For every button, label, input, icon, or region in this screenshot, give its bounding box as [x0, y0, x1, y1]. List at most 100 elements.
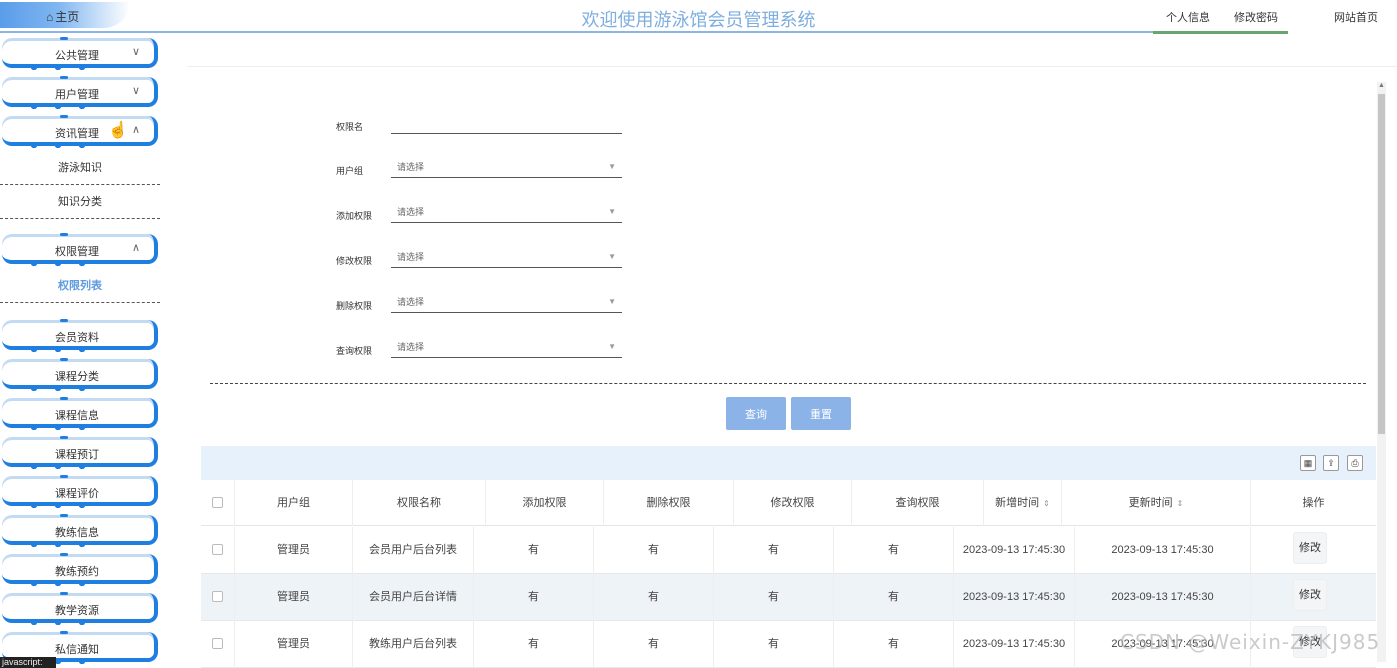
nav-profile[interactable]: 个人信息 — [1166, 9, 1210, 25]
add-permission-select[interactable]: 请选择 ▼ — [391, 201, 622, 223]
sidebar-menu-teaching-resources[interactable]: 教学资源 — [2, 592, 158, 625]
column-header-sortable[interactable]: 更新时间 ⇕ — [1062, 480, 1251, 526]
columns-icon[interactable]: ▦ — [1300, 455, 1316, 471]
menu-label: 课程信息 — [55, 410, 99, 422]
menu-dots — [22, 260, 92, 266]
sidebar-menu-course-info[interactable]: 课程信息 — [2, 397, 158, 430]
menu-label: 课程预订 — [55, 449, 99, 461]
cell-query-permission: 有 — [834, 574, 954, 621]
user-group-select[interactable]: 请选择 ▼ — [391, 156, 622, 178]
sidebar-menu-public[interactable]: 公共管理 ∨ — [2, 37, 158, 70]
main-content: 权限名 用户组 请选择 ▼ 添加权限 请选择 ▼ 修改权限 请选择 ▼ 删除权限… — [187, 66, 1397, 668]
cell-delete-permission: 有 — [594, 621, 714, 668]
vertical-scrollbar[interactable]: ▲ — [1377, 82, 1386, 662]
select-all-checkbox[interactable] — [212, 497, 223, 508]
cell-add-permission: 有 — [474, 574, 594, 621]
hand-cursor-icon: ☝ — [108, 122, 128, 139]
sidebar-item-permission-list[interactable]: 权限列表 — [0, 269, 160, 303]
cell-user-group: 管理员 — [235, 527, 353, 574]
watermark: CSDN @Weixin-ZYKJ985 — [1120, 630, 1381, 654]
sidebar-menu-member-profile[interactable]: 会员资料 — [2, 319, 158, 352]
form-divider — [210, 383, 1366, 384]
sidebar-menu-news[interactable]: 资讯管理 ∧ — [2, 115, 158, 148]
status-bar-text: javascript: — [0, 657, 56, 668]
sidebar-menu-course-booking[interactable]: 课程预订 — [2, 436, 158, 469]
row-checkbox[interactable] — [212, 638, 223, 649]
column-header-label: 新增时间 — [995, 497, 1040, 509]
sidebar-menu-permissions[interactable]: 权限管理 ∧ — [2, 233, 158, 266]
delete-permission-select[interactable]: 请选择 ▼ — [391, 291, 622, 313]
sort-icon: ⇕ — [1176, 499, 1184, 508]
print-icon[interactable]: ⎙ — [1347, 455, 1363, 471]
cell-user-group: 管理员 — [235, 621, 353, 668]
nav-site-home[interactable]: 网站首页 — [1334, 9, 1378, 25]
sidebar-menu-coach-booking[interactable]: 教练预约 — [2, 553, 158, 586]
dropdown-arrow-icon: ▼ — [608, 162, 616, 171]
sidebar-menu-coach-info[interactable]: 教练信息 — [2, 514, 158, 547]
column-header: 权限名称 — [353, 480, 486, 526]
edit-button[interactable]: 修改 — [1293, 579, 1327, 611]
menu-mark — [60, 475, 68, 478]
dropdown-arrow-icon: ▼ — [608, 342, 616, 351]
scrollbar-thumb[interactable] — [1378, 94, 1385, 434]
sidebar: 公共管理 ∨ 用户管理 ∨ 资讯管理 ∧ 游泳知识 知识分类 权限管理 ∧ 权限… — [0, 34, 162, 668]
menu-mark — [60, 358, 68, 361]
menu-dots — [22, 346, 92, 352]
table-row: 管理员 会员用户后台列表 有 有 有 有 2023-09-13 17:45:30… — [201, 527, 1376, 574]
nav-change-password[interactable]: 修改密码 — [1234, 9, 1278, 25]
top-header: ⌂ 主页 欢迎使用游泳馆会员管理系统 个人信息 修改密码 网站首页 — [0, 0, 1397, 34]
row-checkbox[interactable] — [212, 544, 223, 555]
sidebar-item-knowledge-category[interactable]: 知识分类 — [0, 185, 160, 219]
menu-mark — [60, 592, 68, 595]
menu-dots — [22, 502, 92, 508]
edit-permission-select[interactable]: 请选择 ▼ — [391, 246, 622, 268]
menu-mark — [60, 115, 68, 118]
sidebar-menu-course-category[interactable]: 课程分类 — [2, 358, 158, 391]
menu-mark — [60, 233, 68, 236]
field-label: 修改权限 — [336, 256, 373, 266]
chevron-down-icon: ∨ — [131, 85, 140, 97]
cell-created-at: 2023-09-13 17:45:30 — [954, 574, 1075, 621]
cell-delete-permission: 有 — [594, 527, 714, 574]
menu-label: 公共管理 — [55, 50, 99, 62]
cell-permission-name: 教练用户后台列表 — [353, 621, 474, 668]
field-label: 删除权限 — [336, 301, 373, 311]
table-toolbar: ▦ ⇪ ⎙ — [201, 446, 1376, 480]
header-divider — [0, 31, 1153, 33]
header-checkbox-cell — [201, 480, 235, 526]
form-row-add-permission: 添加权限 请选择 ▼ — [336, 201, 626, 231]
export-icon[interactable]: ⇪ — [1323, 455, 1339, 471]
cell-permission-name: 会员用户后台详情 — [353, 574, 474, 621]
cell-add-permission: 有 — [474, 527, 594, 574]
column-header-sortable[interactable]: 新增时间 ⇕ — [984, 480, 1062, 526]
cell-add-permission: 有 — [474, 621, 594, 668]
form-row-edit-permission: 修改权限 请选择 ▼ — [336, 246, 626, 276]
permission-name-input[interactable] — [391, 112, 622, 134]
menu-dots — [22, 541, 92, 547]
reset-button[interactable]: 重置 — [791, 397, 851, 430]
scroll-up-arrow-icon[interactable]: ▲ — [1378, 82, 1385, 89]
menu-mark — [60, 631, 68, 634]
menu-label: 用户管理 — [55, 89, 99, 101]
menu-dots — [22, 103, 92, 109]
query-permission-select[interactable]: 请选择 ▼ — [391, 336, 622, 358]
form-row-query-permission: 查询权限 请选择 ▼ — [336, 336, 626, 366]
menu-label: 私信通知 — [55, 644, 99, 656]
column-header: 删除权限 — [604, 480, 734, 526]
field-label: 权限名 — [336, 122, 364, 132]
edit-button[interactable]: 修改 — [1293, 532, 1327, 564]
menu-dots — [22, 385, 92, 391]
cell-edit-permission: 有 — [714, 621, 834, 668]
sidebar-menu-course-review[interactable]: 课程评价 — [2, 475, 158, 508]
chevron-down-icon: ∨ — [131, 46, 140, 58]
sidebar-menu-users[interactable]: 用户管理 ∨ — [2, 76, 158, 109]
menu-label: 课程评价 — [55, 488, 99, 500]
row-checkbox-cell — [201, 621, 235, 668]
cell-created-at: 2023-09-13 17:45:30 — [954, 527, 1075, 574]
row-checkbox[interactable] — [212, 591, 223, 602]
sidebar-item-swimming-knowledge[interactable]: 游泳知识 — [0, 151, 160, 185]
header-active-indicator — [1153, 31, 1288, 34]
cell-user-group: 管理员 — [235, 574, 353, 621]
sort-icon: ⇕ — [1043, 499, 1050, 508]
search-button[interactable]: 查询 — [726, 397, 786, 430]
